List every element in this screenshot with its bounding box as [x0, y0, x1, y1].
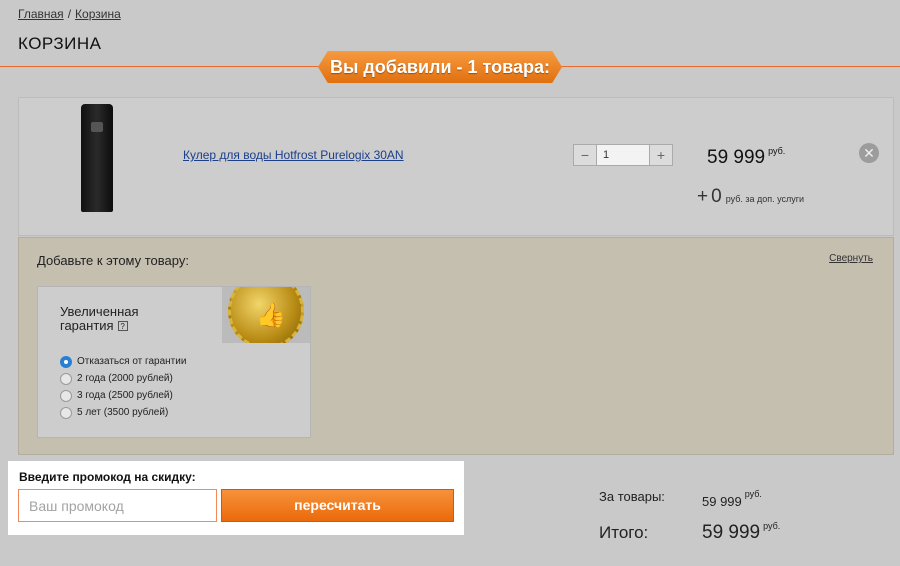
- breadcrumb-home-link[interactable]: Главная: [18, 7, 64, 21]
- addons-panel: Добавьте к этому товару: Свернуть Увелич…: [18, 237, 894, 455]
- warranty-option-label: Отказаться от гарантии: [77, 356, 187, 367]
- product-image-spout: [91, 122, 103, 132]
- warranty-option-2y[interactable]: 2 года (2000 рублей): [60, 370, 186, 387]
- quantity-input[interactable]: [596, 145, 650, 165]
- product-image[interactable]: [81, 104, 113, 212]
- warranty-title-line1: Увеличенная: [60, 304, 139, 319]
- warranty-option-label: 5 лет (3500 рублей): [77, 407, 169, 418]
- addons-title: Добавьте к этому товару:: [37, 253, 189, 268]
- breadcrumb-separator: /: [67, 7, 72, 21]
- breadcrumb-cart-link[interactable]: Корзина: [75, 7, 121, 21]
- item-price-value: 59 999: [707, 147, 766, 168]
- breadcrumb: Главная / Корзина: [18, 7, 121, 21]
- warranty-option-3y[interactable]: 3 года (2500 рублей): [60, 387, 186, 404]
- radio[interactable]: [60, 406, 72, 419]
- radio[interactable]: [60, 389, 72, 402]
- grand-total-amount: 59 999: [702, 522, 761, 543]
- warranty-option-5y[interactable]: 5 лет (3500 рублей): [60, 404, 186, 421]
- radio-selected[interactable]: [60, 355, 72, 368]
- promo-code-label: Введите промокод на скидку:: [19, 470, 196, 484]
- radio[interactable]: [60, 372, 72, 385]
- help-icon[interactable]: ?: [117, 321, 128, 331]
- remove-item-button[interactable]: ✕: [859, 143, 879, 163]
- item-price-currency: руб.: [768, 146, 786, 156]
- warranty-title-line2: гарантия: [60, 318, 114, 333]
- warranty-option-none[interactable]: Отказаться от гарантии: [60, 353, 186, 370]
- cart-item-row: Кулер для воды Hotfrost Purelogix 30AN −…: [18, 97, 894, 236]
- warranty-option-label: 3 года (2500 рублей): [77, 390, 173, 401]
- thumbs-up-icon: 👍: [256, 302, 286, 329]
- extra-services-sum: +0 руб. за доп. услуги: [697, 186, 804, 208]
- collapse-addons-link[interactable]: Свернуть: [829, 253, 873, 264]
- warranty-options: Отказаться от гарантии 2 года (2000 рубл…: [60, 353, 186, 421]
- goods-total-currency: руб.: [744, 489, 762, 499]
- warranty-title: Увеличенная гарантия?: [60, 305, 170, 333]
- warranty-seal-image: 👍: [222, 287, 310, 343]
- extra-services-value: 0: [711, 186, 722, 207]
- quantity-stepper: − +: [573, 144, 673, 166]
- quantity-increase-button[interactable]: +: [650, 145, 672, 165]
- promo-code-input[interactable]: [18, 489, 217, 522]
- extra-services-plus: +: [697, 186, 709, 207]
- goods-total-label: За товары:: [599, 489, 665, 504]
- grand-total-currency: руб.: [763, 521, 781, 531]
- goods-total-amount: 59 999: [702, 494, 742, 509]
- product-name-link[interactable]: Кулер для воды Hotfrost Purelogix 30AN: [183, 148, 404, 162]
- extra-services-label: руб. за доп. услуги: [725, 194, 805, 204]
- item-price: 59 999 руб.: [707, 146, 785, 169]
- grand-total-value: 59 999 руб.: [702, 521, 780, 544]
- grand-total-label: Итого:: [599, 523, 649, 542]
- close-icon: ✕: [863, 145, 875, 161]
- added-items-banner: Вы добавили - 1 товара:: [318, 51, 562, 83]
- promo-code-box: Введите промокод на скидку: пересчитать: [8, 461, 464, 535]
- warranty-card: Увеличенная гарантия? 👍 Отказаться от га…: [37, 286, 311, 438]
- goods-total-value: 59 999 руб.: [702, 489, 762, 509]
- quantity-decrease-button[interactable]: −: [574, 145, 596, 165]
- warranty-option-label: 2 года (2000 рублей): [77, 373, 173, 384]
- page-title: КОРЗИНА: [18, 34, 102, 53]
- recalculate-button[interactable]: пересчитать: [221, 489, 454, 522]
